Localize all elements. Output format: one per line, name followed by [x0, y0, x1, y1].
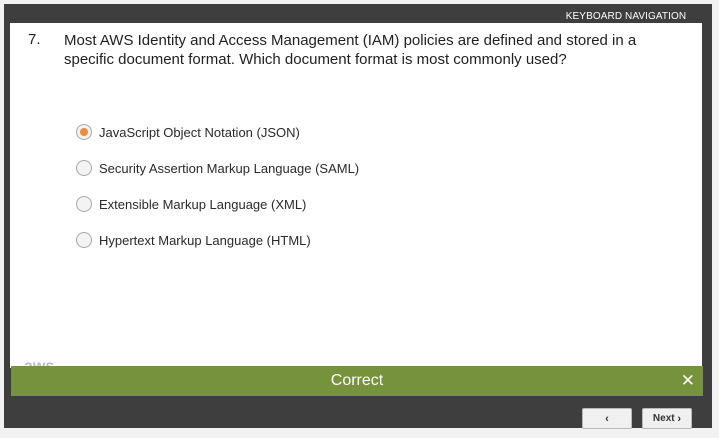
next-button[interactable]: Next ›: [642, 408, 692, 429]
next-button-label: Next: [652, 413, 675, 424]
option-label: Extensible Markup Language (XML): [99, 196, 307, 212]
feedback-text: Correct: [330, 372, 384, 389]
radio-selected-icon[interactable]: [76, 124, 92, 140]
answer-option-html[interactable]: Hypertext Markup Language (HTML): [76, 230, 311, 250]
option-label: Security Assertion Markup Language (SAML…: [99, 160, 360, 176]
chevron-left-icon: ‹: [605, 412, 609, 425]
option-label: JavaScript Object Notation (JSON): [99, 124, 300, 140]
option-label: Hypertext Markup Language (HTML): [99, 232, 311, 248]
radio-icon[interactable]: [76, 160, 92, 176]
answer-option-xml[interactable]: Extensible Markup Language (XML): [76, 194, 306, 214]
answer-option-saml[interactable]: Security Assertion Markup Language (SAML…: [76, 158, 359, 178]
feedback-banner: Correct ✕: [11, 366, 703, 396]
chevron-right-icon: ›: [677, 412, 682, 425]
radio-icon[interactable]: [76, 196, 92, 212]
question-text: Most AWS Identity and Access Management …: [64, 32, 637, 68]
keyboard-navigation-link[interactable]: KEYBOARD NAVIGATION: [550, 10, 702, 23]
radio-icon[interactable]: [76, 232, 92, 248]
prev-button[interactable]: ‹: [582, 408, 632, 429]
question-number: 7.: [28, 31, 41, 48]
close-icon[interactable]: ✕: [681, 366, 695, 396]
aws-logo: aws: [24, 358, 54, 366]
answer-option-json[interactable]: JavaScript Object Notation (JSON): [76, 122, 300, 142]
